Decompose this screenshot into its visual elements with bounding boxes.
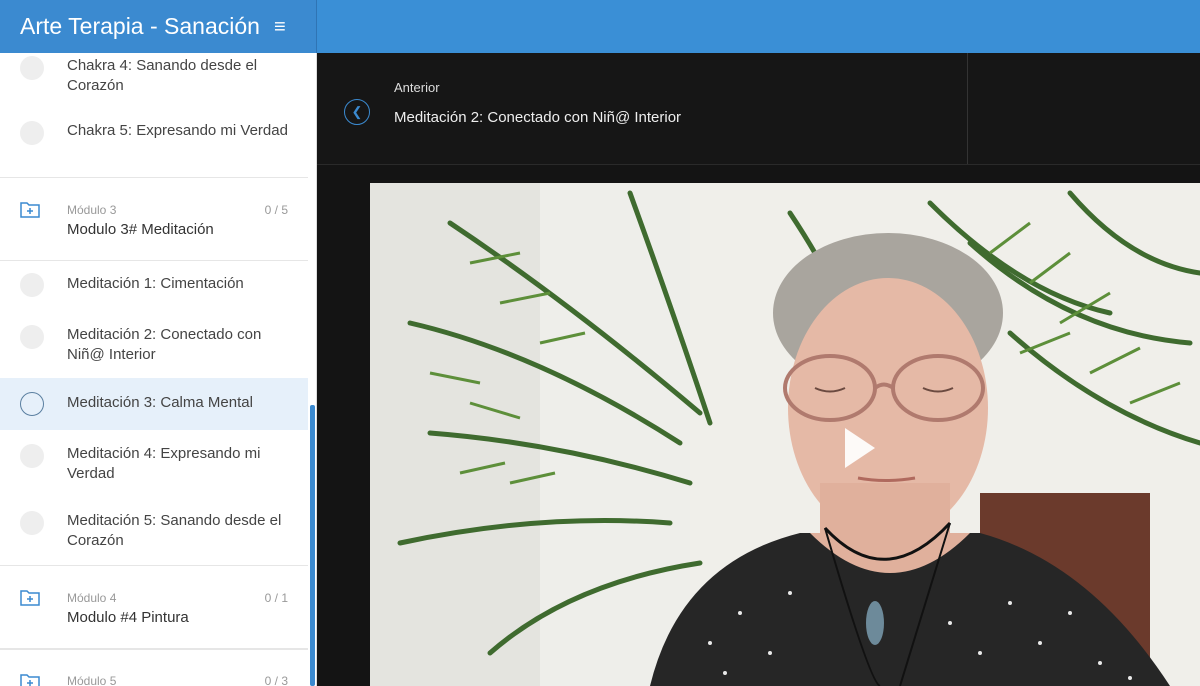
module-label: Módulo 5 bbox=[67, 674, 117, 686]
lesson-label: Meditación 5: Sanando desde el Corazón bbox=[67, 512, 282, 549]
previous-label: Anterior bbox=[394, 80, 440, 95]
lesson-label: Meditación 3: Calma Mental bbox=[67, 394, 253, 411]
module-3-header[interactable]: Módulo 3 Modulo 3# Meditación 0 / 5 bbox=[0, 177, 308, 261]
course-sidebar: Chakra 4: Sanando desde el Corazón Chakr… bbox=[0, 53, 317, 686]
module-progress: 0 / 3 bbox=[264, 674, 288, 686]
lesson-status-icon bbox=[20, 392, 44, 416]
lesson-navigation: ❮ Anterior Meditación 2: Conectado con N… bbox=[317, 53, 1200, 165]
lesson-label: Meditación 2: Conectado con Niñ@ Interio… bbox=[67, 326, 262, 363]
top-bar: Arte Terapia - Sanación ≡ bbox=[0, 0, 1200, 53]
lesson-label: Chakra 5: Expresando mi Verdad bbox=[67, 122, 288, 139]
folder-plus-icon bbox=[20, 202, 40, 218]
module-5-header[interactable]: Módulo 5 0 / 3 bbox=[0, 649, 308, 686]
course-title[interactable]: Arte Terapia - Sanación bbox=[20, 13, 266, 40]
brand-area: Arte Terapia - Sanación ≡ bbox=[0, 0, 317, 53]
lesson-item[interactable]: Meditación 5: Sanando desde el Corazón bbox=[0, 498, 308, 562]
lesson-item[interactable]: Chakra 4: Sanando desde el Corazón bbox=[0, 53, 308, 101]
module-progress: 0 / 1 bbox=[264, 591, 288, 605]
lesson-status-icon bbox=[20, 325, 44, 349]
lesson-item[interactable]: Meditación 2: Conectado con Niñ@ Interio… bbox=[0, 310, 308, 378]
video-player[interactable] bbox=[370, 183, 1200, 686]
lesson-status-icon bbox=[20, 444, 44, 468]
module-label: Módulo 4 bbox=[67, 591, 117, 605]
play-icon[interactable] bbox=[845, 428, 875, 468]
nav-divider bbox=[967, 53, 968, 164]
module-4-header[interactable]: Módulo 4 Modulo #4 Pintura 0 / 1 bbox=[0, 565, 308, 649]
video-thumbnail bbox=[370, 183, 1200, 686]
lesson-content: ❮ Anterior Meditación 2: Conectado con N… bbox=[317, 53, 1200, 686]
sidebar-scrollbar[interactable] bbox=[310, 405, 315, 686]
module-title: Modulo 3# Meditación bbox=[67, 221, 214, 238]
hamburger-icon[interactable]: ≡ bbox=[274, 17, 286, 37]
lesson-status-icon bbox=[20, 121, 44, 145]
lesson-item-active[interactable]: Meditación 3: Calma Mental bbox=[0, 378, 308, 430]
lesson-item[interactable]: Meditación 4: Expresando mi Verdad bbox=[0, 430, 308, 496]
module-label: Módulo 3 bbox=[67, 203, 117, 217]
folder-plus-icon bbox=[20, 674, 40, 686]
lesson-label: Meditación 4: Expresando mi Verdad bbox=[67, 445, 261, 482]
lesson-item[interactable]: Meditación 1: Cimentación bbox=[0, 260, 308, 310]
lesson-item[interactable]: Chakra 5: Expresando mi Verdad bbox=[0, 111, 308, 175]
lesson-label: Meditación 1: Cimentación bbox=[67, 275, 244, 292]
lesson-status-icon bbox=[20, 56, 44, 80]
lesson-label: Chakra 4: Sanando desde el Corazón bbox=[67, 57, 258, 94]
module-progress: 0 / 5 bbox=[264, 203, 288, 217]
previous-lesson-button[interactable]: ❮ bbox=[344, 99, 370, 125]
lesson-status-icon bbox=[20, 273, 44, 297]
chevron-left-icon: ❮ bbox=[351, 104, 363, 119]
previous-lesson-title[interactable]: Meditación 2: Conectado con Niñ@ Interio… bbox=[394, 109, 681, 126]
folder-plus-icon bbox=[20, 590, 40, 606]
module-title: Modulo #4 Pintura bbox=[67, 609, 189, 626]
lesson-status-icon bbox=[20, 511, 44, 535]
